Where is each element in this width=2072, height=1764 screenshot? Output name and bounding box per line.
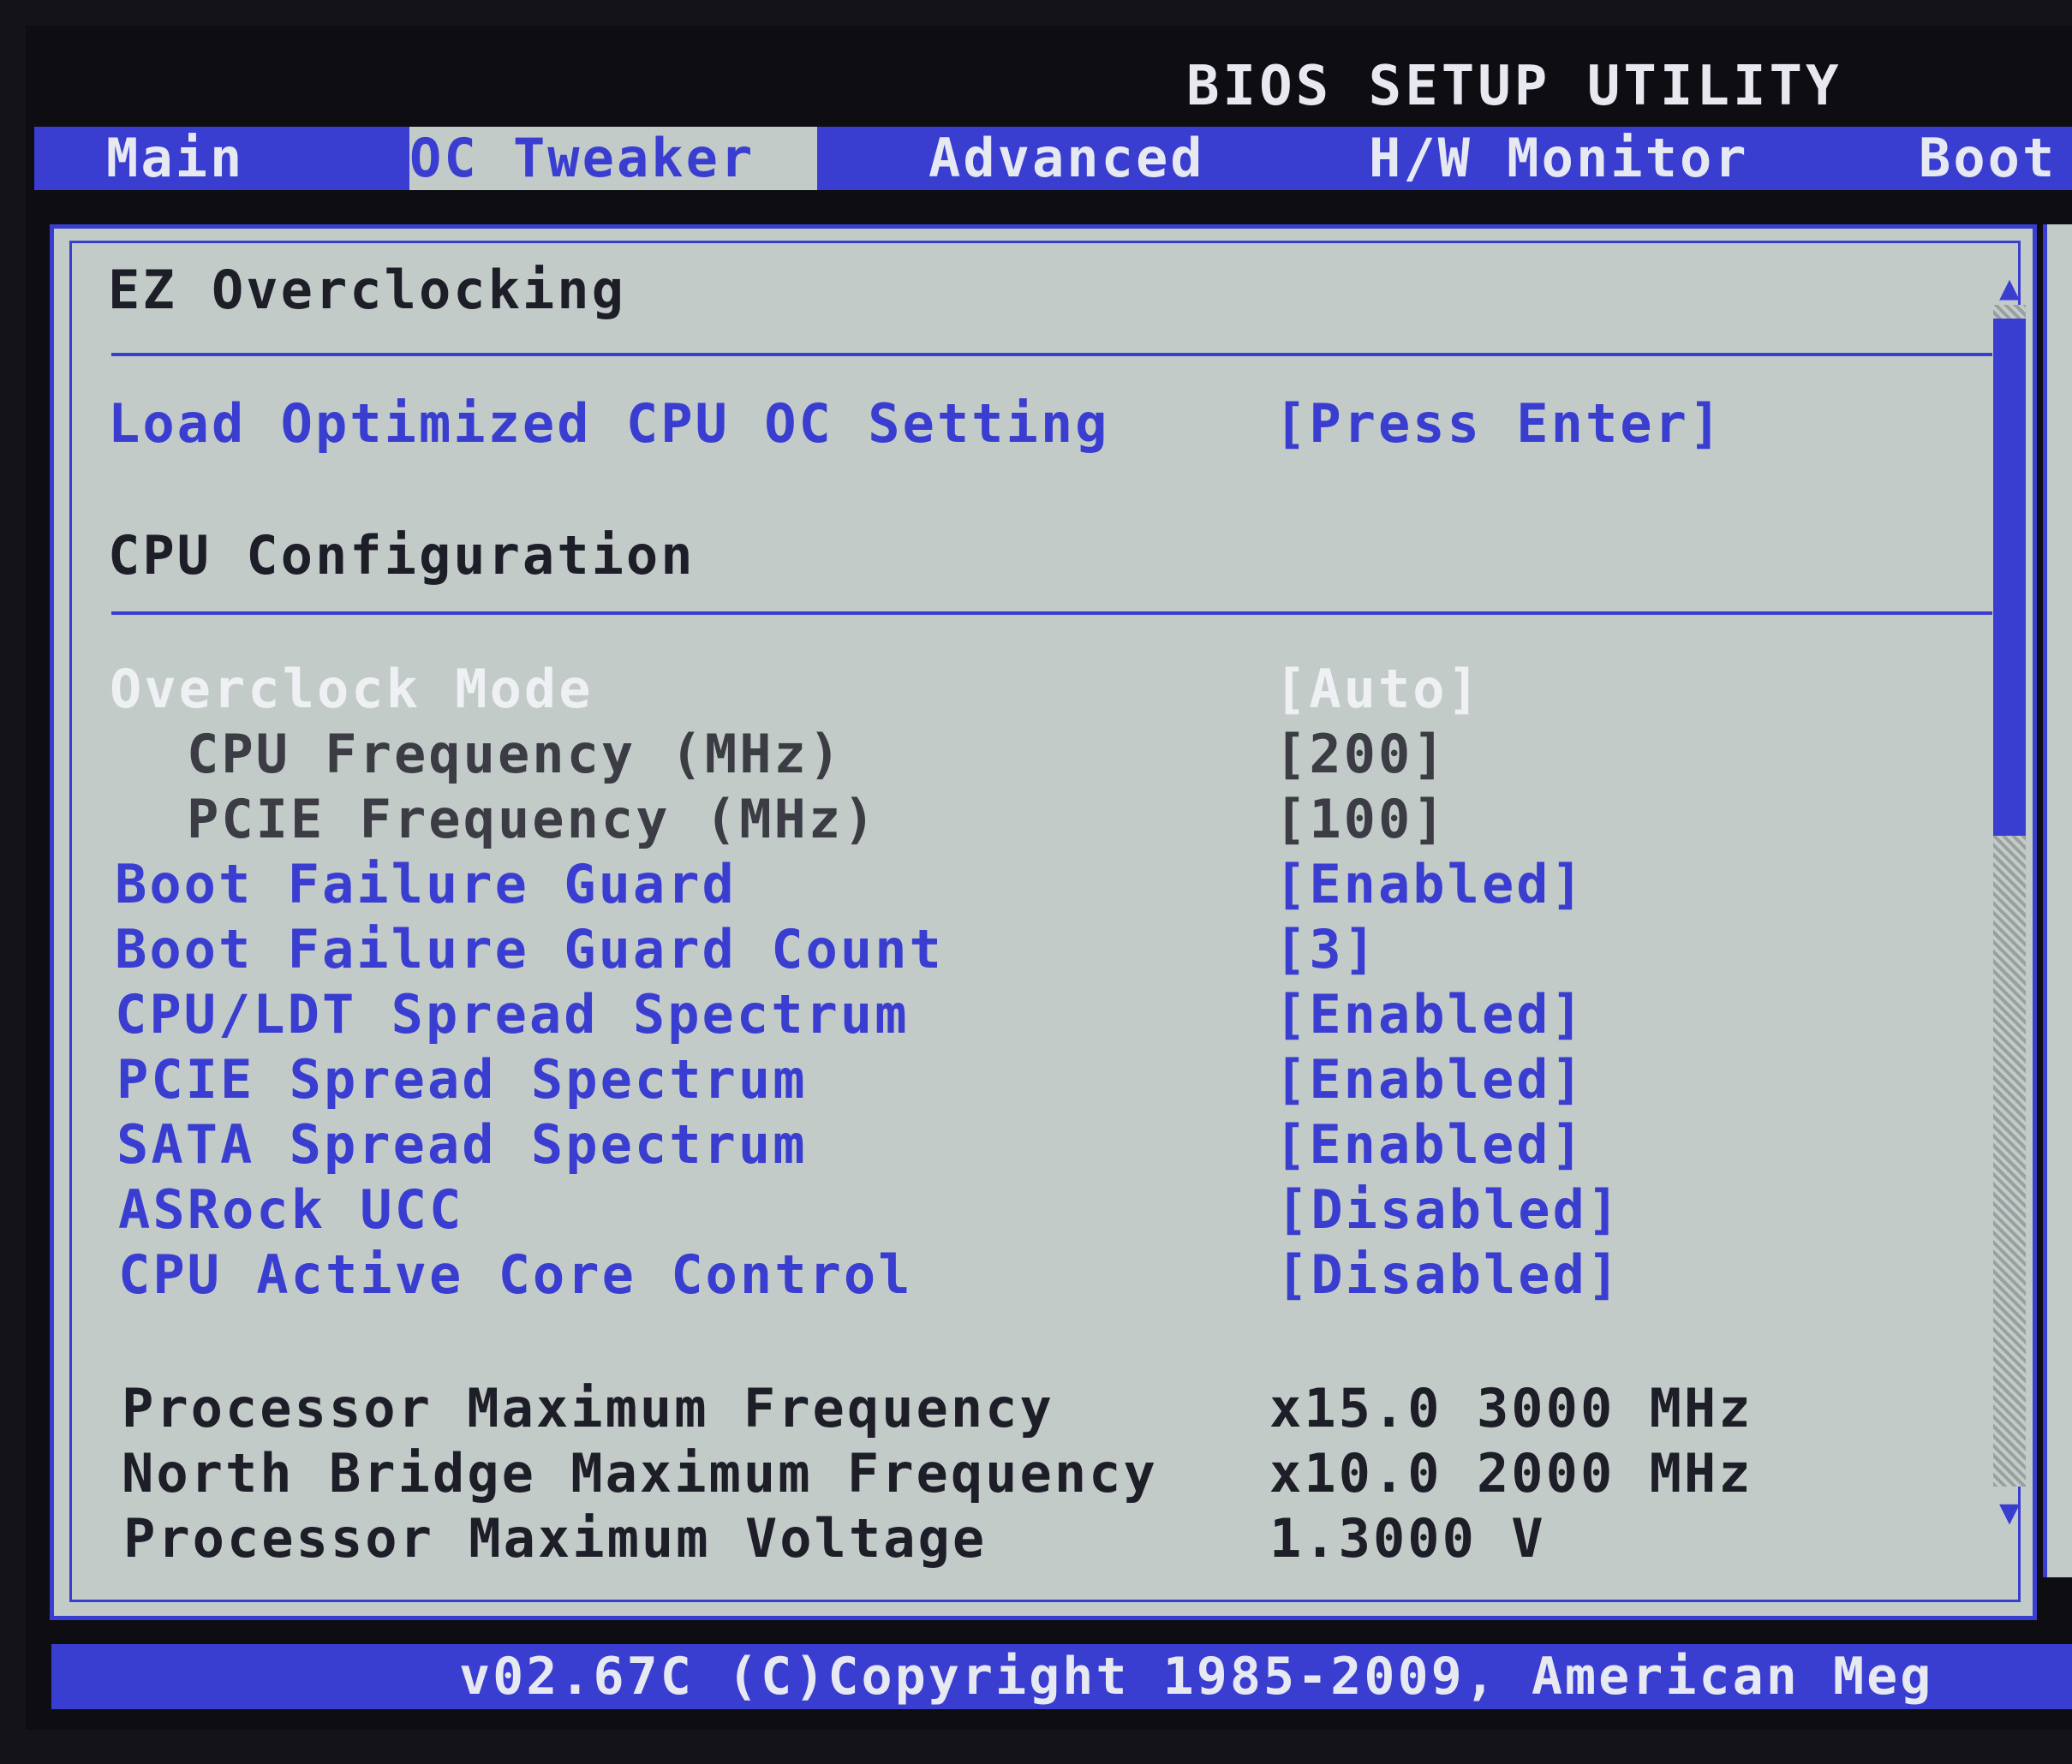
- menu-item-sata-spread-spectrum[interactable]: SATA Spread Spectrum [Enabled]: [116, 1113, 1992, 1177]
- menu-item-boot-failure-guard-count[interactable]: Boot Failure Guard Count [3]: [115, 918, 1991, 981]
- menu-item-cpu-frequency[interactable]: CPU Frequency (MHz) [200]: [110, 723, 1985, 786]
- item-label: Overclock Mode: [110, 658, 594, 720]
- item-label: Boot Failure Guard Count: [115, 918, 944, 980]
- tab-hw-monitor[interactable]: H/W Monitor: [1369, 127, 1749, 190]
- info-label: Processor Maximum Voltage: [123, 1507, 988, 1570]
- item-value: [Enabled]: [1275, 1048, 1585, 1111]
- scrollbar-thumb[interactable]: [1993, 319, 2026, 836]
- item-value: [Press Enter]: [1275, 392, 1724, 455]
- info-processor-max-frequency: Processor Maximum Frequency x15.0 3000 M…: [122, 1377, 1989, 1440]
- section-title-cpu-configuration: CPU Configuration: [108, 524, 696, 587]
- help-panel-edge: [2043, 224, 2072, 1577]
- info-value: x15.0 3000 MHz: [1269, 1377, 1753, 1439]
- scroll-up-icon[interactable]: ▲: [1991, 271, 2028, 305]
- menu-item-cpu-active-core-control[interactable]: CPU Active Core Control [Disabled]: [118, 1243, 1994, 1307]
- window-title: BIOS SETUP UTILITY: [1186, 55, 1842, 118]
- item-value: [Disabled]: [1276, 1243, 1622, 1306]
- section-divider: [111, 611, 1992, 615]
- item-label: CPU Frequency (MHz): [187, 723, 844, 785]
- item-value: [Enabled]: [1275, 853, 1585, 915]
- info-label: Processor Maximum Frequency: [122, 1377, 1054, 1439]
- menu-item-pcie-frequency[interactable]: PCIE Frequency (MHz) [100]: [110, 788, 1985, 851]
- item-label: CPU/LDT Spread Spectrum: [115, 983, 910, 1046]
- menu-item-pcie-spread-spectrum[interactable]: PCIE Spread Spectrum [Enabled]: [116, 1048, 1992, 1111]
- item-label: ASRock UCC: [118, 1178, 464, 1241]
- tab-advanced[interactable]: Advanced: [929, 127, 1205, 190]
- menu-item-overclock-mode[interactable]: Overclock Mode [Auto]: [110, 658, 1985, 721]
- tab-main[interactable]: Main: [106, 127, 244, 190]
- item-label: CPU Active Core Control: [118, 1243, 913, 1306]
- item-value: [3]: [1275, 918, 1378, 980]
- item-value: [Enabled]: [1275, 983, 1585, 1046]
- menu-bar: Main OC Tweaker Advanced H/W Monitor Boo…: [34, 127, 2072, 190]
- menu-item-load-optimized-cpu-oc[interactable]: Load Optimized CPU OC Setting [Press Ent…: [108, 392, 1984, 456]
- menu-item-cpu-ldt-spread-spectrum[interactable]: CPU/LDT Spread Spectrum [Enabled]: [115, 983, 1991, 1046]
- item-value: [Enabled]: [1275, 1113, 1585, 1176]
- item-value: [200]: [1275, 723, 1448, 785]
- section-divider: [111, 353, 1992, 356]
- item-label: PCIE Spread Spectrum: [116, 1048, 808, 1111]
- info-value: x10.0 2000 MHz: [1269, 1442, 1753, 1505]
- item-label: Boot Failure Guard: [115, 853, 737, 915]
- menu-item-asrock-ucc[interactable]: ASRock UCC [Disabled]: [118, 1178, 1994, 1242]
- item-value: [100]: [1275, 788, 1448, 850]
- section-title-ez-overclocking: EZ Overclocking: [108, 259, 626, 321]
- tab-oc-tweaker[interactable]: OC Tweaker: [409, 127, 817, 190]
- item-value: [Auto]: [1275, 658, 1482, 720]
- footer-bar: v02.67C (C)Copyright 1985-2009, American…: [51, 1644, 2072, 1709]
- item-label: Load Optimized CPU OC Setting: [108, 392, 1110, 455]
- info-processor-max-voltage: Processor Maximum Voltage 1.3000 V: [123, 1507, 1991, 1570]
- copyright-text: v02.67C (C)Copyright 1985-2009, American…: [459, 1647, 1934, 1707]
- info-label: North Bridge Maximum Frequency: [122, 1442, 1158, 1505]
- item-label: PCIE Frequency (MHz): [187, 788, 878, 850]
- tab-boot[interactable]: Boot: [1919, 127, 2057, 190]
- item-value: [Disabled]: [1276, 1178, 1622, 1241]
- menu-item-boot-failure-guard[interactable]: Boot Failure Guard [Enabled]: [115, 853, 1991, 916]
- info-north-bridge-max-frequency: North Bridge Maximum Frequency x10.0 200…: [122, 1442, 1989, 1505]
- scroll-down-icon[interactable]: ▼: [1991, 1495, 2028, 1529]
- item-label: SATA Spread Spectrum: [116, 1113, 808, 1176]
- info-value: 1.3000 V: [1269, 1507, 1546, 1570]
